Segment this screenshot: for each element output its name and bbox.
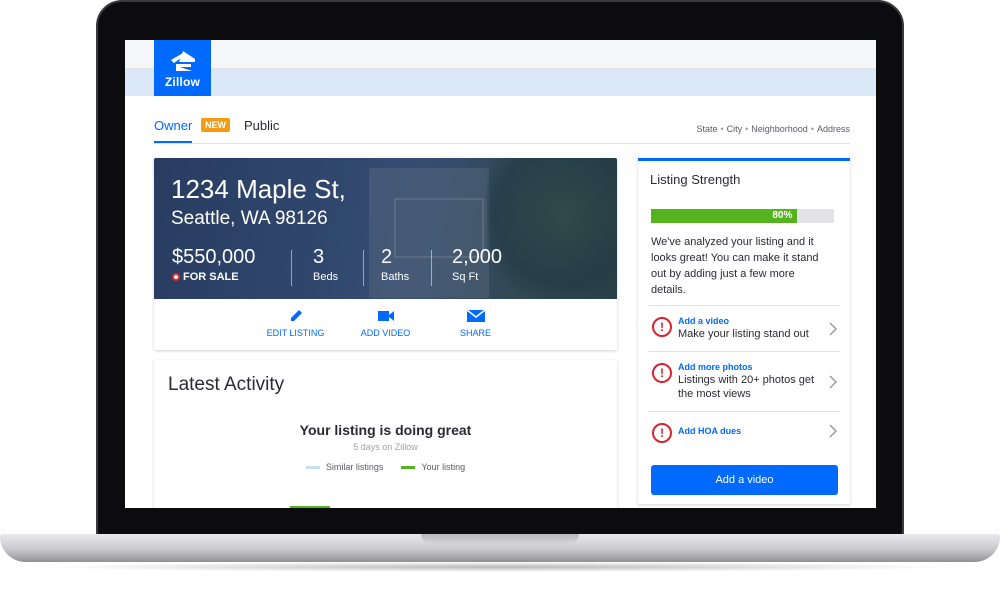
strength-tips: ! Add a video Make your listing stand ou… [648, 305, 840, 450]
zillow-logo[interactable]: Zillow [154, 40, 211, 96]
view-tabs: Owner NEW Public State • City • Neighborhood… [154, 116, 850, 144]
tab-owner[interactable]: Owner [154, 118, 193, 143]
chevron-right-icon [829, 424, 838, 438]
tip-title: Add HOA dues [678, 426, 742, 436]
zillow-house-icon [170, 51, 195, 71]
video-camera-icon [377, 311, 394, 321]
envelope-icon [466, 309, 485, 322]
alert-circle-icon: ! [652, 317, 672, 337]
breadcrumb-neighborhood[interactable]: Neighborhood [751, 124, 808, 134]
add-video-button[interactable]: ADD VIDEO [341, 299, 431, 350]
strength-description: We've analyzed your listing and it looks… [651, 236, 819, 296]
status-label: FOR SALE [183, 271, 239, 283]
share-label: SHARE [459, 328, 491, 338]
property-price: $550,000 [172, 246, 256, 268]
tip-text: Listings with 20+ photos get the most vi… [678, 374, 815, 400]
beds-value: 3 [313, 246, 325, 268]
property-price-block: $550,000 FOR SALE [172, 246, 255, 283]
sqft-stat: 2,000 Sq Ft [452, 246, 502, 283]
chevron-right-icon [829, 374, 838, 389]
beds-stat: 3 Beds [313, 246, 338, 283]
strength-progress-bar: 80% [651, 209, 834, 223]
status-dot-icon [172, 273, 180, 281]
laptop-notch [421, 534, 579, 544]
breadcrumb: State • City • Neighborhood • Address [696, 124, 850, 134]
pencil-icon [290, 310, 302, 321]
edit-listing-button[interactable]: EDIT LISTING [251, 299, 341, 350]
activity-headline: Your listing is doing great [299, 422, 472, 438]
property-card: 1234 Maple St, Seattle, WA 98126 $550,00… [154, 158, 617, 350]
activity-subtext: 5 days on Zillow [353, 442, 418, 452]
listing-strength-panel: Listing Strength 80% We've analyzed your… [638, 158, 850, 504]
new-badge: NEW [201, 118, 230, 132]
breadcrumb-city[interactable]: City [727, 124, 743, 134]
app-screen: Zillow Owner NEW Public State • City • Neigh… [125, 40, 876, 508]
activity-title: Latest Activity [168, 374, 285, 395]
laptop-mockup: Zillow Owner NEW Public State • City • Neigh… [0, 0, 1000, 591]
laptop-shadow [40, 562, 960, 572]
property-street: 1234 Maple St, [171, 174, 346, 204]
alert-circle-icon: ! [652, 423, 672, 443]
edit-listing-label: EDIT LISTING [266, 328, 325, 338]
sqft-value: 2,000 [452, 246, 503, 268]
alert-circle-icon: ! [652, 363, 672, 383]
logo-text: Zillow [164, 75, 201, 89]
latest-activity-card: Latest Activity Your listing is doing gr… [154, 360, 617, 508]
property-city: Seattle, WA 98126 [171, 208, 328, 229]
legend-yours: Your listing [401, 462, 465, 472]
tip-text: Make your listing stand out [678, 328, 809, 340]
tip-add-photos[interactable]: ! Add more photos Listings with 20+ phot… [648, 351, 840, 411]
baths-label: Baths [381, 271, 410, 283]
chevron-right-icon [829, 321, 838, 336]
baths-value: 2 [381, 246, 393, 268]
header-band [125, 69, 876, 96]
breadcrumb-state[interactable]: State [696, 124, 717, 134]
tip-title: Add a video [678, 316, 730, 326]
baths-stat: 2 Baths [381, 246, 409, 283]
tip-add-hoa[interactable]: ! Add HOA dues [648, 411, 840, 450]
activity-bar [290, 506, 330, 508]
sqft-label: Sq Ft [452, 271, 479, 283]
strength-progress-fill: 80% [651, 209, 798, 223]
tip-title: Add more photos [678, 362, 753, 372]
tab-public[interactable]: Public [244, 118, 279, 133]
sale-status: FOR SALE [172, 271, 255, 283]
property-actions: EDIT LISTING ADD VIDEO SHARE [154, 299, 617, 350]
add-video-cta-button[interactable]: Add a video [651, 465, 838, 495]
tip-add-video[interactable]: ! Add a video Make your listing stand ou… [648, 305, 840, 351]
beds-label: Beds [313, 271, 339, 283]
activity-legend: Similar listings Your listing [154, 462, 617, 472]
breadcrumb-address[interactable]: Address [817, 124, 850, 134]
legend-similar: Similar listings [305, 462, 383, 472]
strength-title: Listing Strength [650, 172, 741, 187]
add-video-label: ADD VIDEO [360, 328, 411, 338]
share-button[interactable]: SHARE [431, 299, 521, 350]
property-hero-photo: 1234 Maple St, Seattle, WA 98126 $550,00… [154, 158, 617, 299]
top-bar [125, 40, 876, 69]
